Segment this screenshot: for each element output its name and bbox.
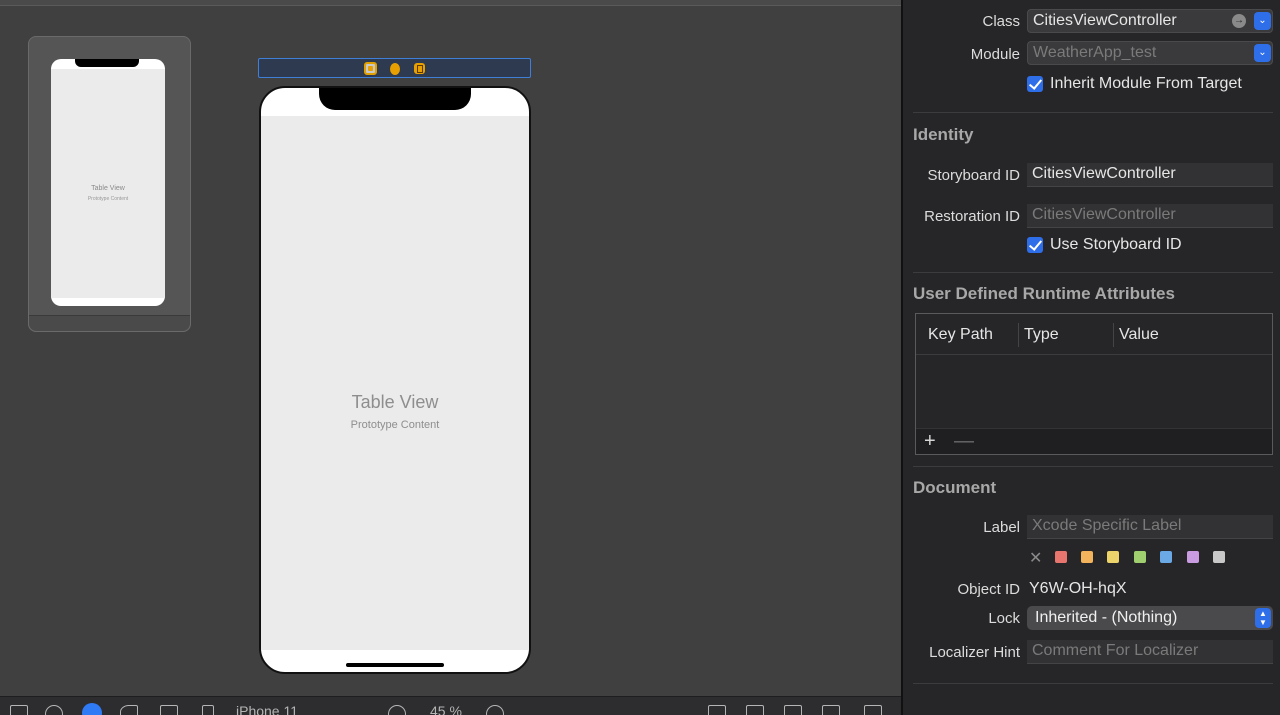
identity-inspector: Class CitiesViewController → ⌄ Module We… xyxy=(903,0,1280,715)
inherit-module-label: Inherit Module From Target xyxy=(1050,75,1242,92)
column-divider xyxy=(1113,323,1114,347)
go-to-class-icon[interactable]: → xyxy=(1232,14,1246,28)
add-attribute-button[interactable]: + xyxy=(924,430,936,453)
document-label-field[interactable]: Xcode Specific Label xyxy=(1027,515,1273,539)
minimap-table-view: Table View Prototype Content xyxy=(51,69,165,298)
color-swatch-green[interactable] xyxy=(1134,551,1146,563)
module-field[interactable]: WeatherApp_test ⌄ xyxy=(1027,41,1273,65)
embed-in-icon[interactable] xyxy=(864,705,882,715)
use-storyboard-id-checkbox[interactable] xyxy=(1027,237,1043,253)
column-header-value[interactable]: Value xyxy=(1119,326,1159,344)
lock-label: Lock xyxy=(988,610,1020,627)
minimap-notch xyxy=(75,59,139,67)
table-view[interactable]: Table View Prototype Content xyxy=(261,116,529,650)
runtime-attributes-header: Key Path Type Value xyxy=(916,314,1272,355)
restoration-id-label: Restoration ID xyxy=(924,208,1020,225)
align-icon[interactable] xyxy=(746,705,764,715)
class-label: Class xyxy=(982,13,1020,30)
column-header-key-path[interactable]: Key Path xyxy=(928,326,993,344)
scene-dock[interactable] xyxy=(258,58,531,78)
inherit-module-checkbox[interactable] xyxy=(1027,76,1043,92)
exit-icon[interactable] xyxy=(414,63,425,74)
layout-guides-icon[interactable] xyxy=(160,705,178,715)
update-frames-icon[interactable] xyxy=(708,705,726,715)
color-swatch-blue[interactable] xyxy=(1160,551,1172,563)
color-swatch-orange[interactable] xyxy=(1081,551,1093,563)
object-id-label: Object ID xyxy=(957,581,1020,598)
zoom-out-icon[interactable] xyxy=(388,705,406,715)
lock-value: Inherited - (Nothing) xyxy=(1035,609,1178,626)
canvas-top-border xyxy=(0,0,901,6)
table-view-subtitle: Prototype Content xyxy=(350,419,440,431)
device-frame[interactable]: Table View Prototype Content xyxy=(259,86,531,674)
runtime-attributes-footer: + — xyxy=(916,428,1272,454)
canvas-bottom-toolbar: iPhone 11 45 % xyxy=(0,696,901,715)
document-label-placeholder: Xcode Specific Label xyxy=(1032,517,1182,534)
divider xyxy=(913,112,1273,113)
orientation-icon[interactable] xyxy=(120,705,138,715)
object-id-value: Y6W-OH-hqX xyxy=(1029,580,1127,597)
appearance-icon[interactable] xyxy=(45,705,63,715)
restoration-id-field[interactable]: CitiesViewController xyxy=(1027,204,1273,228)
storyboard-id-label: Storyboard ID xyxy=(927,167,1020,184)
color-swatch-purple[interactable] xyxy=(1187,551,1199,563)
document-outline-toggle-icon[interactable] xyxy=(10,705,28,715)
color-swatch-yellow[interactable] xyxy=(1107,551,1119,563)
use-storyboard-id-label: Use Storyboard ID xyxy=(1050,236,1182,253)
class-field[interactable]: CitiesViewController → ⌄ xyxy=(1027,9,1273,33)
color-swatch-red[interactable] xyxy=(1055,551,1067,563)
device-icon[interactable] xyxy=(202,705,214,715)
class-field-value: CitiesViewController xyxy=(1033,12,1177,29)
minimap-table-subtitle: Prototype Content xyxy=(87,196,129,202)
module-placeholder: WeatherApp_test xyxy=(1033,44,1157,61)
color-swatch-gray[interactable] xyxy=(1213,551,1225,563)
localizer-hint-field[interactable]: Comment For Localizer xyxy=(1027,640,1273,664)
divider xyxy=(913,272,1273,273)
module-dropdown-icon[interactable]: ⌄ xyxy=(1254,44,1271,62)
minimap-table-title: Table View xyxy=(91,185,125,192)
storyboard-id-field[interactable]: CitiesViewController xyxy=(1027,163,1273,187)
first-responder-icon[interactable] xyxy=(390,63,400,75)
divider xyxy=(913,683,1273,684)
identity-section-title: Identity xyxy=(913,125,974,144)
runtime-attributes-section-title: User Defined Runtime Attributes xyxy=(913,284,1175,303)
column-divider xyxy=(1018,323,1019,347)
lock-popup[interactable]: Inherited - (Nothing) ▲ ▼ xyxy=(1027,606,1273,630)
localizer-hint-placeholder: Comment For Localizer xyxy=(1032,642,1199,659)
minimap-overview[interactable]: Table View Prototype Content xyxy=(28,36,191,332)
zoom-level: 45 % xyxy=(430,703,462,715)
module-label: Module xyxy=(970,46,1020,63)
column-header-type[interactable]: Type xyxy=(1024,326,1059,344)
resolve-issues-icon[interactable] xyxy=(822,705,840,715)
minimap-bottom-bar xyxy=(29,315,190,331)
dark-mode-toggle-icon[interactable] xyxy=(82,703,102,715)
device-name[interactable]: iPhone 11 xyxy=(236,703,298,715)
divider xyxy=(913,466,1273,467)
view-controller-icon[interactable] xyxy=(364,62,377,75)
document-section-title: Document xyxy=(913,478,997,497)
storyboard-canvas[interactable]: Table View Prototype Content Table View … xyxy=(0,0,901,715)
home-indicator xyxy=(346,663,444,667)
no-color-icon[interactable]: ✕ xyxy=(1029,548,1042,568)
restoration-id-placeholder: CitiesViewController xyxy=(1032,206,1176,223)
remove-attribute-button[interactable]: — xyxy=(954,430,974,453)
document-label-label: Label xyxy=(983,519,1020,536)
table-view-title: Table View xyxy=(351,392,439,412)
runtime-attributes-table[interactable]: Key Path Type Value + — xyxy=(915,313,1273,455)
lock-stepper-icon[interactable]: ▲ ▼ xyxy=(1255,608,1271,628)
localizer-hint-label: Localizer Hint xyxy=(929,644,1020,661)
class-dropdown-icon[interactable]: ⌄ xyxy=(1254,12,1271,30)
minimap-phone: Table View Prototype Content xyxy=(51,59,165,306)
zoom-in-icon[interactable] xyxy=(486,705,504,715)
device-notch xyxy=(319,88,471,110)
add-constraints-icon[interactable] xyxy=(784,705,802,715)
